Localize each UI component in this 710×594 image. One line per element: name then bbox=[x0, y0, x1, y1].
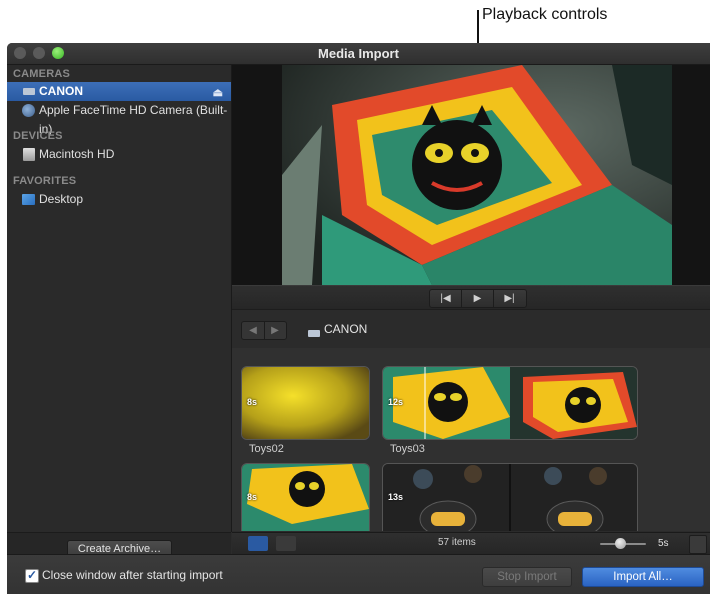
clip-preview bbox=[242, 464, 369, 531]
close-window-checkbox[interactable]: ✓ bbox=[25, 569, 39, 583]
previous-frame-button[interactable]: |◀ bbox=[430, 290, 462, 307]
preview-viewer bbox=[232, 65, 710, 285]
playback-controls-callout: Playback controls bbox=[482, 6, 608, 23]
clip-duration: 13s bbox=[388, 492, 404, 502]
media-import-window: Media Import CAMERAS CANON ⏏ Apple FaceT… bbox=[7, 43, 710, 594]
clip-length-slider-knob[interactable] bbox=[615, 538, 626, 549]
camera-icon bbox=[23, 88, 35, 95]
clip-thumbnail[interactable]: 12s bbox=[382, 366, 638, 440]
clip-duration: 12s bbox=[388, 397, 404, 407]
sidebar-item-label: CANON bbox=[39, 84, 83, 98]
clip-thumbnail[interactable]: 8s bbox=[241, 463, 370, 531]
browser-status-bar: 57 items 5s bbox=[232, 532, 710, 555]
forward-button[interactable]: ▶ bbox=[264, 322, 286, 339]
toy-box-illustration bbox=[282, 65, 672, 285]
clip-thumbnail[interactable]: 13s bbox=[382, 463, 638, 531]
location-bar: ◀ ▶ CANON bbox=[232, 309, 710, 349]
back-button[interactable]: ◀ bbox=[242, 322, 265, 339]
window-title: Media Import bbox=[318, 46, 399, 61]
desktop-folder-icon bbox=[22, 194, 35, 205]
hard-drive-icon bbox=[23, 148, 35, 161]
clip-length-value: 5s bbox=[658, 538, 669, 549]
clip-filmstrip bbox=[383, 464, 637, 531]
close-window-checkbox-label[interactable]: Close window after starting import bbox=[42, 568, 223, 582]
clip-thumbnail[interactable]: 8s bbox=[241, 366, 370, 440]
camera-icon bbox=[308, 330, 320, 337]
location-label: CANON bbox=[324, 322, 368, 336]
next-frame-button[interactable]: ▶| bbox=[494, 290, 525, 307]
sidebar-item-desktop[interactable]: Desktop bbox=[7, 190, 231, 209]
sidebar-item-canon[interactable]: CANON ⏏ bbox=[7, 82, 231, 101]
preview-image bbox=[282, 65, 672, 285]
clip-name: Toys02 bbox=[249, 443, 284, 455]
playback-button-group: |◀ ▶ ▶| bbox=[429, 289, 527, 308]
play-button[interactable]: ▶ bbox=[462, 290, 494, 307]
clip-name: Toys03 bbox=[390, 443, 425, 455]
section-header-favorites: FAVORITES bbox=[13, 175, 77, 187]
stop-import-button[interactable]: Stop Import bbox=[482, 567, 572, 587]
audio-waveform-toggle[interactable] bbox=[689, 535, 707, 554]
sidebar-item-facetime-camera[interactable]: Apple FaceTime HD Camera (Built-in) bbox=[7, 101, 231, 136]
sidebar: CAMERAS CANON ⏏ Apple FaceTime HD Camera… bbox=[7, 65, 232, 566]
item-count: 57 items bbox=[438, 537, 476, 548]
clip-preview bbox=[242, 367, 369, 439]
webcam-icon bbox=[22, 104, 35, 117]
section-header-devices: DEVICES bbox=[13, 130, 63, 142]
section-header-cameras: CAMERAS bbox=[13, 68, 71, 80]
clip-filmstrip bbox=[383, 367, 637, 439]
clip-browser: 8s Toys02 12s Toys03 8s 13s bbox=[232, 348, 710, 531]
import-all-button[interactable]: Import All… bbox=[582, 567, 704, 587]
filmstrip-view-button[interactable] bbox=[248, 536, 268, 551]
title-bar: Media Import bbox=[7, 43, 710, 65]
nav-buttons: ◀ ▶ bbox=[241, 321, 287, 340]
footer-bar: ✓ Close window after starting import Sto… bbox=[7, 554, 710, 594]
playback-controls: |◀ ▶ ▶| bbox=[232, 285, 710, 310]
clip-duration: 8s bbox=[247, 492, 258, 502]
sidebar-item-label: Macintosh HD bbox=[39, 147, 115, 161]
sidebar-item-label: Apple FaceTime HD Camera (Built-in) bbox=[39, 103, 228, 136]
sidebar-item-label: Desktop bbox=[39, 192, 84, 206]
clip-duration: 8s bbox=[247, 397, 258, 407]
list-view-button[interactable] bbox=[276, 536, 296, 551]
sidebar-item-macintosh-hd[interactable]: Macintosh HD bbox=[7, 145, 231, 164]
